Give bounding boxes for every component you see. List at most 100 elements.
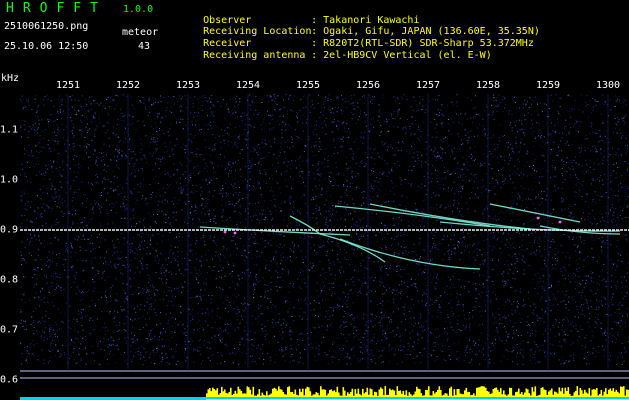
noise-speckle (425, 161, 427, 163)
noise-speckle (402, 350, 404, 352)
noise-speckle (285, 346, 287, 348)
noise-speckle (249, 170, 251, 172)
noise-speckle (338, 200, 340, 201)
noise-speckle (486, 104, 488, 106)
noise-speckle (61, 186, 63, 188)
noise-speckle (392, 289, 394, 291)
noise-speckle (221, 129, 223, 131)
noise-speckle (224, 205, 226, 207)
noise-speckle (192, 185, 194, 186)
noise-speckle (315, 211, 317, 213)
noise-speckle (316, 359, 318, 361)
noise-speckle (137, 348, 139, 350)
noise-speckle (382, 94, 384, 96)
noise-speckle (63, 129, 65, 130)
noise-speckle (240, 116, 242, 117)
noise-speckle (503, 304, 505, 306)
noise-speckle (518, 232, 520, 234)
noise-speckle (115, 267, 117, 269)
noise-speckle (196, 156, 198, 158)
noise-speckle (543, 155, 545, 157)
noise-speckle (542, 146, 543, 148)
noise-speckle (221, 199, 223, 201)
noise-speckle (25, 358, 27, 360)
noise-speckle (340, 266, 342, 268)
noise-speckle (303, 238, 305, 240)
noise-speckle (368, 130, 370, 132)
noise-speckle (191, 340, 193, 342)
noise-speckle (295, 115, 297, 117)
noise-speckle (124, 360, 125, 362)
noise-speckle (523, 223, 525, 225)
noise-speckle (242, 303, 244, 305)
noise-speckle (516, 146, 517, 148)
noise-speckle (603, 330, 605, 332)
noise-speckle (355, 326, 357, 328)
noise-speckle (245, 166, 247, 167)
noise-speckle (464, 318, 465, 320)
noise-speckle (550, 310, 552, 312)
noise-speckle (166, 279, 168, 280)
noise-speckle (527, 332, 529, 334)
noise-speckle (212, 115, 214, 117)
noise-speckle (561, 167, 563, 169)
noise-speckle (142, 232, 144, 234)
noise-speckle (397, 294, 399, 296)
noise-speckle (468, 362, 470, 364)
noise-speckle (525, 198, 527, 200)
noise-speckle (129, 138, 131, 140)
noise-speckle (43, 331, 45, 333)
noise-speckle (411, 209, 413, 211)
noise-speckle (186, 357, 188, 359)
noise-speckle (462, 185, 464, 187)
noise-speckle (94, 100, 96, 102)
noise-speckle (543, 275, 545, 277)
noise-speckle (407, 349, 409, 351)
noise-speckle (57, 132, 59, 134)
noise-speckle (290, 126, 292, 128)
noise-speckle (96, 156, 98, 158)
noise-speckle (28, 252, 30, 254)
noise-speckle (304, 185, 306, 187)
noise-speckle (587, 103, 589, 105)
noise-speckle (469, 348, 471, 350)
noise-speckle (129, 249, 131, 250)
noise-speckle (377, 254, 379, 256)
noise-speckle (425, 304, 426, 306)
noise-speckle (617, 98, 618, 100)
noise-speckle (181, 258, 183, 260)
noise-speckle (287, 161, 289, 162)
noise-speckle (57, 336, 58, 338)
noise-speckle (567, 251, 569, 253)
noise-speckle (618, 128, 620, 130)
noise-speckle (139, 309, 141, 311)
noise-speckle (265, 265, 266, 267)
noise-speckle (582, 313, 584, 315)
noise-speckle (146, 204, 148, 206)
noise-speckle (271, 129, 273, 131)
noise-speckle (540, 103, 541, 105)
noise-speckle (379, 135, 381, 137)
noise-speckle (305, 303, 307, 305)
noise-speckle (189, 249, 191, 251)
noise-speckle (513, 200, 515, 202)
noise-speckle (334, 120, 336, 122)
noise-speckle (249, 107, 251, 109)
noise-speckle (386, 284, 388, 286)
noise-speckle (262, 213, 264, 215)
noise-speckle (90, 103, 92, 105)
noise-speckle (156, 324, 158, 326)
noise-speckle (144, 218, 146, 219)
noise-speckle (34, 234, 36, 236)
noise-speckle (85, 250, 87, 252)
noise-speckle (512, 326, 514, 328)
noise-speckle (379, 178, 381, 180)
noise-speckle (575, 156, 577, 158)
noise-speckle (207, 325, 209, 327)
noise-speckle (153, 354, 155, 356)
noise-speckle (516, 260, 518, 262)
noise-speckle (519, 352, 521, 354)
noise-speckle (548, 108, 550, 109)
noise-speckle (213, 172, 215, 174)
antenna-label: Receiving antenna (203, 50, 306, 61)
